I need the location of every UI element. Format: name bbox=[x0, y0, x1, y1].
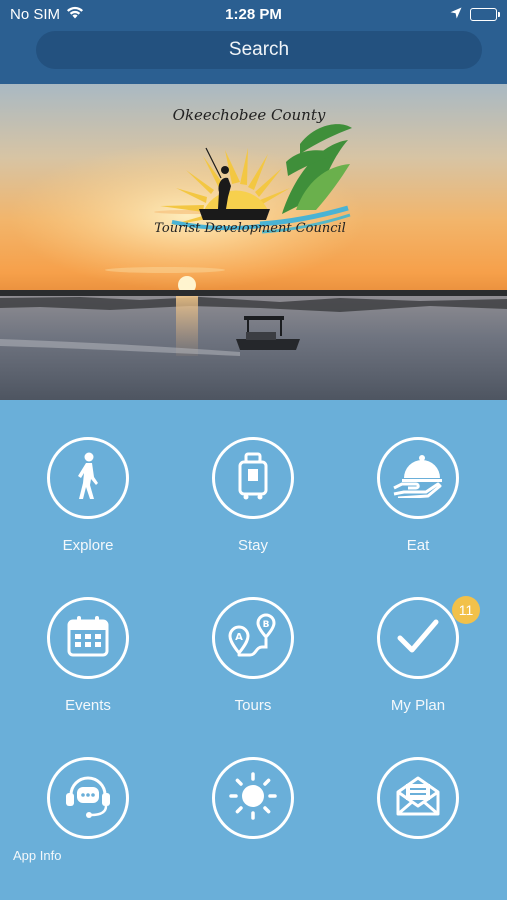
menu-grid: Explore Stay Eat Events A B Tours My Pla… bbox=[0, 400, 507, 900]
tile-eat[interactable]: Eat bbox=[348, 400, 488, 554]
logo-title-text: Okeechobee County bbox=[173, 106, 326, 124]
tile-label: Eat bbox=[406, 537, 430, 554]
tile-weather[interactable] bbox=[183, 720, 323, 870]
location-arrow-icon bbox=[450, 6, 462, 23]
tile-events[interactable]: Events bbox=[18, 560, 158, 714]
tile-label: Explore bbox=[62, 537, 114, 554]
tile-my-plan[interactable]: My Plan bbox=[348, 560, 488, 714]
header: No SIM 1:28 PM Search bbox=[0, 0, 507, 84]
calendar-icon bbox=[67, 615, 109, 662]
status-indicators bbox=[450, 6, 500, 23]
route-map-icon: A B bbox=[226, 609, 280, 668]
food-cloche-icon bbox=[392, 454, 444, 503]
tile-icon-circle bbox=[47, 437, 129, 519]
svg-text:B: B bbox=[263, 620, 270, 630]
battery-icon bbox=[470, 8, 500, 21]
tile-tours[interactable]: A B Tours bbox=[183, 560, 323, 714]
luggage-icon bbox=[236, 452, 270, 505]
tile-contact[interactable] bbox=[348, 720, 488, 870]
tile-icon-circle bbox=[212, 437, 294, 519]
logo-subtitle-text: Tourist Development Council bbox=[154, 221, 346, 236]
status-time: 1:28 PM bbox=[225, 6, 282, 23]
tile-label: Tours bbox=[234, 697, 272, 714]
hero-banner: Okeechobee County Tourist Development Co… bbox=[0, 84, 507, 400]
envelope-icon bbox=[394, 774, 442, 823]
checkmark-icon bbox=[396, 618, 440, 659]
my-plan-count-badge: 11 bbox=[452, 596, 480, 624]
tile-icon-circle bbox=[377, 597, 459, 679]
tile-icon-circle bbox=[377, 437, 459, 519]
support-chat-icon bbox=[63, 773, 113, 824]
svg-text:A: A bbox=[235, 632, 243, 643]
tile-label: Events bbox=[65, 697, 111, 714]
tile-stay[interactable]: Stay bbox=[183, 400, 323, 554]
app-info-link[interactable]: App Info bbox=[13, 848, 61, 863]
sunset-lake-image: Okeechobee County Tourist Development Co… bbox=[0, 84, 507, 400]
tile-explore[interactable]: Explore bbox=[18, 400, 158, 554]
tile-icon-circle bbox=[377, 757, 459, 839]
tile-icon-circle bbox=[47, 757, 129, 839]
sun-icon bbox=[228, 771, 278, 826]
search-button[interactable]: Search bbox=[36, 31, 482, 69]
walking-person-icon bbox=[69, 451, 107, 506]
tile-label: My Plan bbox=[390, 697, 446, 714]
tile-icon-circle: A B bbox=[212, 597, 294, 679]
search-label: Search bbox=[228, 39, 290, 60]
tile-label: Stay bbox=[237, 537, 268, 554]
status-bar: No SIM 1:28 PM bbox=[0, 0, 507, 28]
tile-icon-circle bbox=[47, 597, 129, 679]
tile-icon-circle bbox=[212, 757, 294, 839]
